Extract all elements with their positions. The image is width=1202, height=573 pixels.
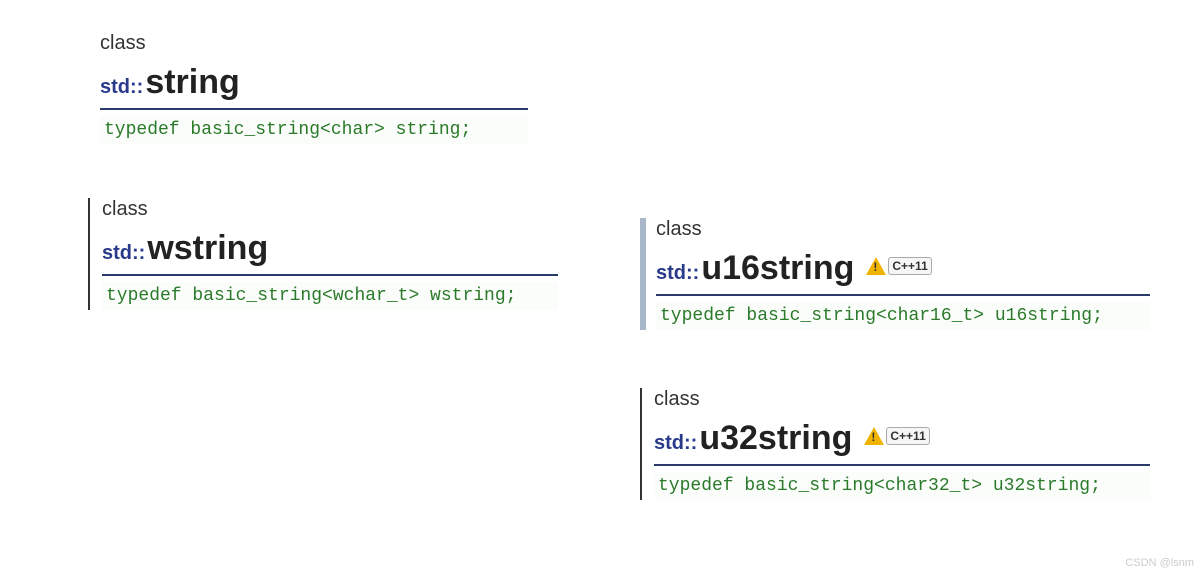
typedef-code: typedef basic_string<char32_t> u32string… (654, 472, 1150, 500)
title-line: std::u16string C++11 (656, 249, 1150, 296)
namespace-prefix: std:: (654, 432, 697, 455)
title-line: std::wstring (102, 229, 558, 276)
cpp11-badge: C++11 (866, 257, 931, 275)
doc-block-u16string: class std::u16string C++11 typedef basic… (640, 218, 1150, 330)
type-name: string (145, 63, 239, 102)
warning-icon (864, 427, 884, 445)
cpp11-badge: C++11 (864, 427, 929, 445)
doc-block-u32string: class std::u32string C++11 typedef basic… (640, 388, 1150, 500)
typedef-code: typedef basic_string<char> string; (100, 116, 528, 144)
type-name: u32string (699, 419, 852, 458)
type-name: wstring (147, 229, 268, 268)
cpp11-label: C++11 (886, 427, 929, 445)
class-label: class (654, 388, 1150, 411)
namespace-prefix: std:: (102, 242, 145, 265)
namespace-prefix: std:: (656, 262, 699, 285)
cpp11-label: C++11 (888, 257, 931, 275)
doc-block-wstring: class std::wstring typedef basic_string<… (88, 198, 558, 310)
class-label: class (100, 32, 528, 55)
watermark: CSDN @lsnm (1125, 557, 1194, 569)
doc-block-string: class std::string typedef basic_string<c… (88, 32, 528, 144)
typedef-code: typedef basic_string<wchar_t> wstring; (102, 282, 558, 310)
typedef-code: typedef basic_string<char16_t> u16string… (656, 302, 1150, 330)
warning-icon (866, 257, 886, 275)
type-name: u16string (701, 249, 854, 288)
title-line: std::u32string C++11 (654, 419, 1150, 466)
namespace-prefix: std:: (100, 76, 143, 99)
class-label: class (102, 198, 558, 221)
class-label: class (656, 218, 1150, 241)
title-line: std::string (100, 63, 528, 110)
